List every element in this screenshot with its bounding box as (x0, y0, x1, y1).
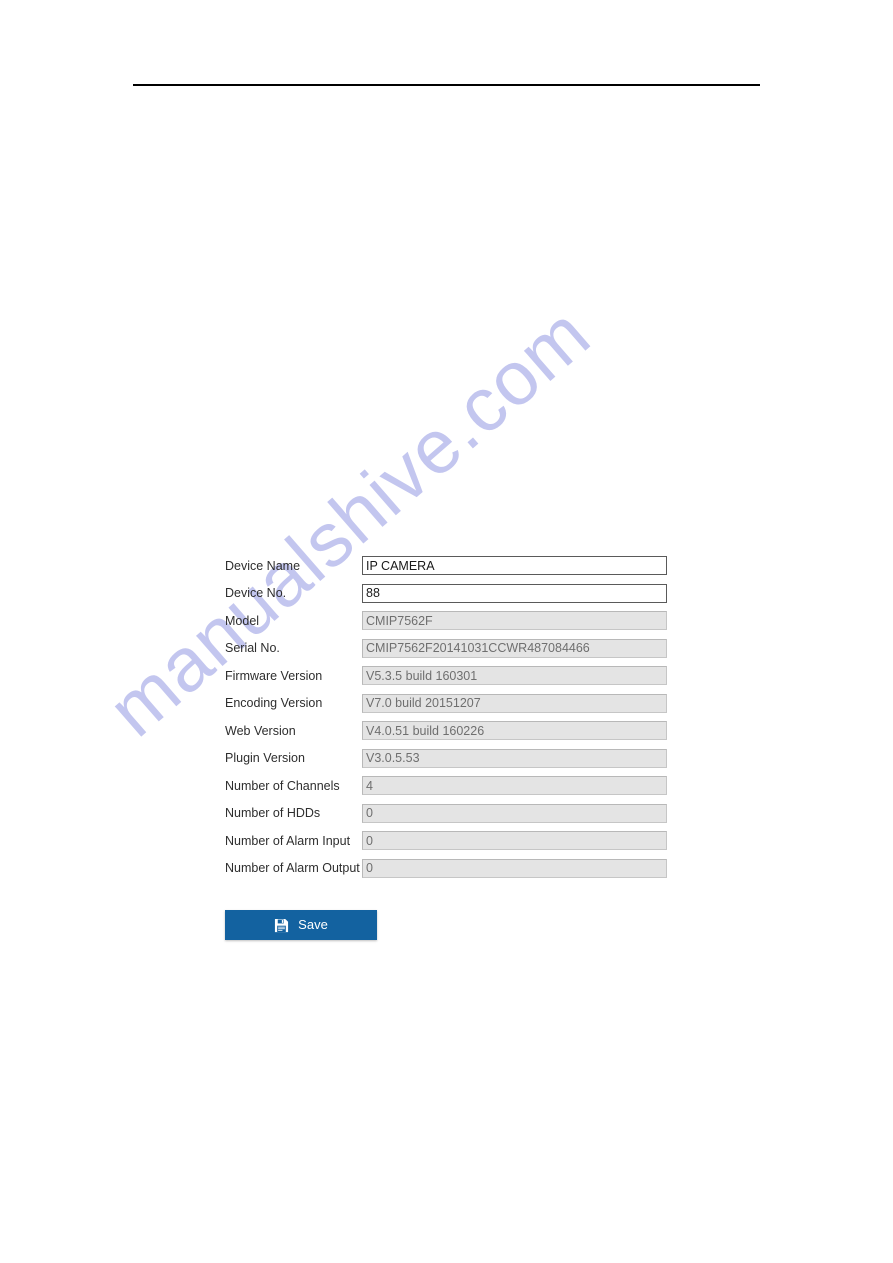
form-row-web-version: Web Version (225, 717, 670, 745)
label-number-of-channels: Number of Channels (225, 778, 340, 793)
form-row-plugin-version: Plugin Version (225, 745, 670, 773)
form-row-number-of-hdds: Number of HDDs (225, 800, 670, 828)
label-serial-no: Serial No. (225, 641, 280, 656)
form-row-number-of-channels: Number of Channels (225, 772, 670, 800)
label-device-name: Device Name (225, 558, 301, 573)
form-row-firmware-version: Firmware Version (225, 662, 670, 690)
input-model (362, 611, 667, 631)
input-serial-no (362, 638, 667, 658)
save-button[interactable]: Save (225, 910, 377, 940)
form-actions: Save (225, 910, 377, 940)
label-plugin-version: Plugin Version (225, 751, 305, 766)
label-number-of-hdds: Number of HDDs (225, 806, 321, 821)
input-encoding-version (362, 693, 667, 713)
page-header-rule (133, 84, 760, 86)
save-button-label: Save (298, 917, 328, 932)
label-encoding-version: Encoding Version (225, 696, 323, 711)
form-row-encoding-version: Encoding Version (225, 690, 670, 718)
form-row-model: Model (225, 607, 670, 635)
form-row-number-of-alarm-output: Number of Alarm Output (225, 855, 670, 883)
input-device-name[interactable] (362, 556, 667, 576)
form-row-device-name: Device Name (225, 552, 670, 580)
label-model: Model (225, 613, 260, 628)
input-number-of-alarm-output (362, 858, 667, 878)
label-device-no: Device No. (225, 586, 287, 601)
input-plugin-version (362, 748, 667, 768)
label-firmware-version: Firmware Version (225, 668, 323, 683)
input-number-of-hdds (362, 803, 667, 823)
input-number-of-alarm-input (362, 831, 667, 851)
input-firmware-version (362, 666, 667, 686)
input-number-of-channels (362, 776, 667, 796)
form-row-device-no: Device No. (225, 580, 670, 608)
label-number-of-alarm-input: Number of Alarm Input (225, 833, 351, 848)
label-web-version: Web Version (225, 723, 296, 738)
save-floppy-icon (275, 918, 289, 932)
form-row-serial-no: Serial No. (225, 635, 670, 663)
device-information-form: Device Name Device No. Model Serial No. Firm… (225, 552, 670, 882)
form-row-number-of-alarm-input: Number of Alarm Input (225, 827, 670, 855)
input-device-no[interactable] (362, 583, 667, 603)
device-information-page: manualshive.com Device NameDevice No.Mod… (0, 0, 893, 1263)
label-number-of-alarm-output: Number of Alarm Output (225, 861, 360, 876)
input-web-version (362, 721, 667, 741)
